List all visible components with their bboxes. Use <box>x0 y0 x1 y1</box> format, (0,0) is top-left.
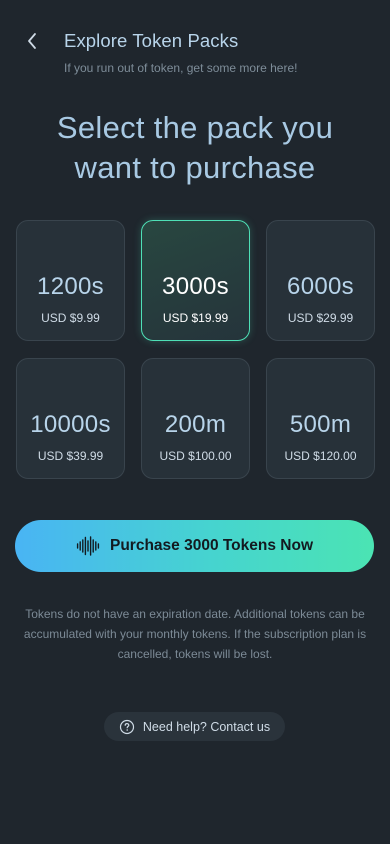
contact-help-label: Need help? Contact us <box>142 719 271 734</box>
pack-price: USD $120.00 <box>284 449 357 463</box>
purchase-button[interactable]: Purchase 3000 Tokens Now <box>15 520 374 572</box>
pack-amount: 500m <box>289 411 352 438</box>
chevron-left-icon <box>28 33 36 49</box>
pack-card[interactable]: 1200s USD $9.99 <box>16 220 125 341</box>
page-title: Explore Token Packs <box>64 30 239 51</box>
pack-card[interactable]: 10000s USD $39.99 <box>16 358 125 479</box>
back-button[interactable] <box>18 28 46 54</box>
pack-amount: 10000s <box>30 411 111 438</box>
sound-wave-icon <box>181 241 210 265</box>
sound-wave-icon <box>56 379 85 403</box>
headline-line-2: want to purchase <box>74 150 316 185</box>
question-circle-icon <box>119 719 135 734</box>
sound-wave-icon <box>306 241 335 265</box>
pack-amount: 1200s <box>37 273 104 300</box>
pack-price: USD $29.99 <box>287 311 354 325</box>
header: Explore Token Packs If you run out of to… <box>0 0 390 90</box>
token-policy-note: Tokens do not have an expiration date. A… <box>23 607 367 661</box>
pack-card[interactable]: 6000s USD $29.99 <box>266 220 375 341</box>
pack-amount: 6000s <box>287 273 354 300</box>
sound-wave-icon <box>56 241 85 265</box>
pack-price: USD $100.00 <box>159 449 232 463</box>
pack-price: USD $39.99 <box>37 449 104 463</box>
contact-help-button[interactable]: Need help? Contact us <box>104 712 285 741</box>
pack-amount: 3000s <box>162 273 229 300</box>
pack-card[interactable]: 500m USD $120.00 <box>266 358 375 479</box>
sound-wave-icon <box>76 536 100 556</box>
page-subtitle: If you run out of token, get some more h… <box>64 61 298 75</box>
pack-card[interactable]: 3000s USD $19.99 <box>141 220 250 341</box>
headline-line-1: Select the pack you <box>56 110 334 145</box>
pack-amount: 200m <box>164 411 227 438</box>
pack-price: USD $19.99 <box>162 311 229 325</box>
sound-wave-icon <box>306 379 335 403</box>
sound-wave-icon <box>181 379 210 403</box>
pack-grid: 1200s USD $9.99 3000s USD $19.99 6000s U… <box>16 220 375 479</box>
purchase-button-label: Purchase 3000 Tokens Now <box>109 537 314 554</box>
pack-card[interactable]: 200m USD $100.00 <box>141 358 250 479</box>
pack-price: USD $9.99 <box>41 311 100 325</box>
headline: Select the pack you want to purchase <box>0 108 390 188</box>
